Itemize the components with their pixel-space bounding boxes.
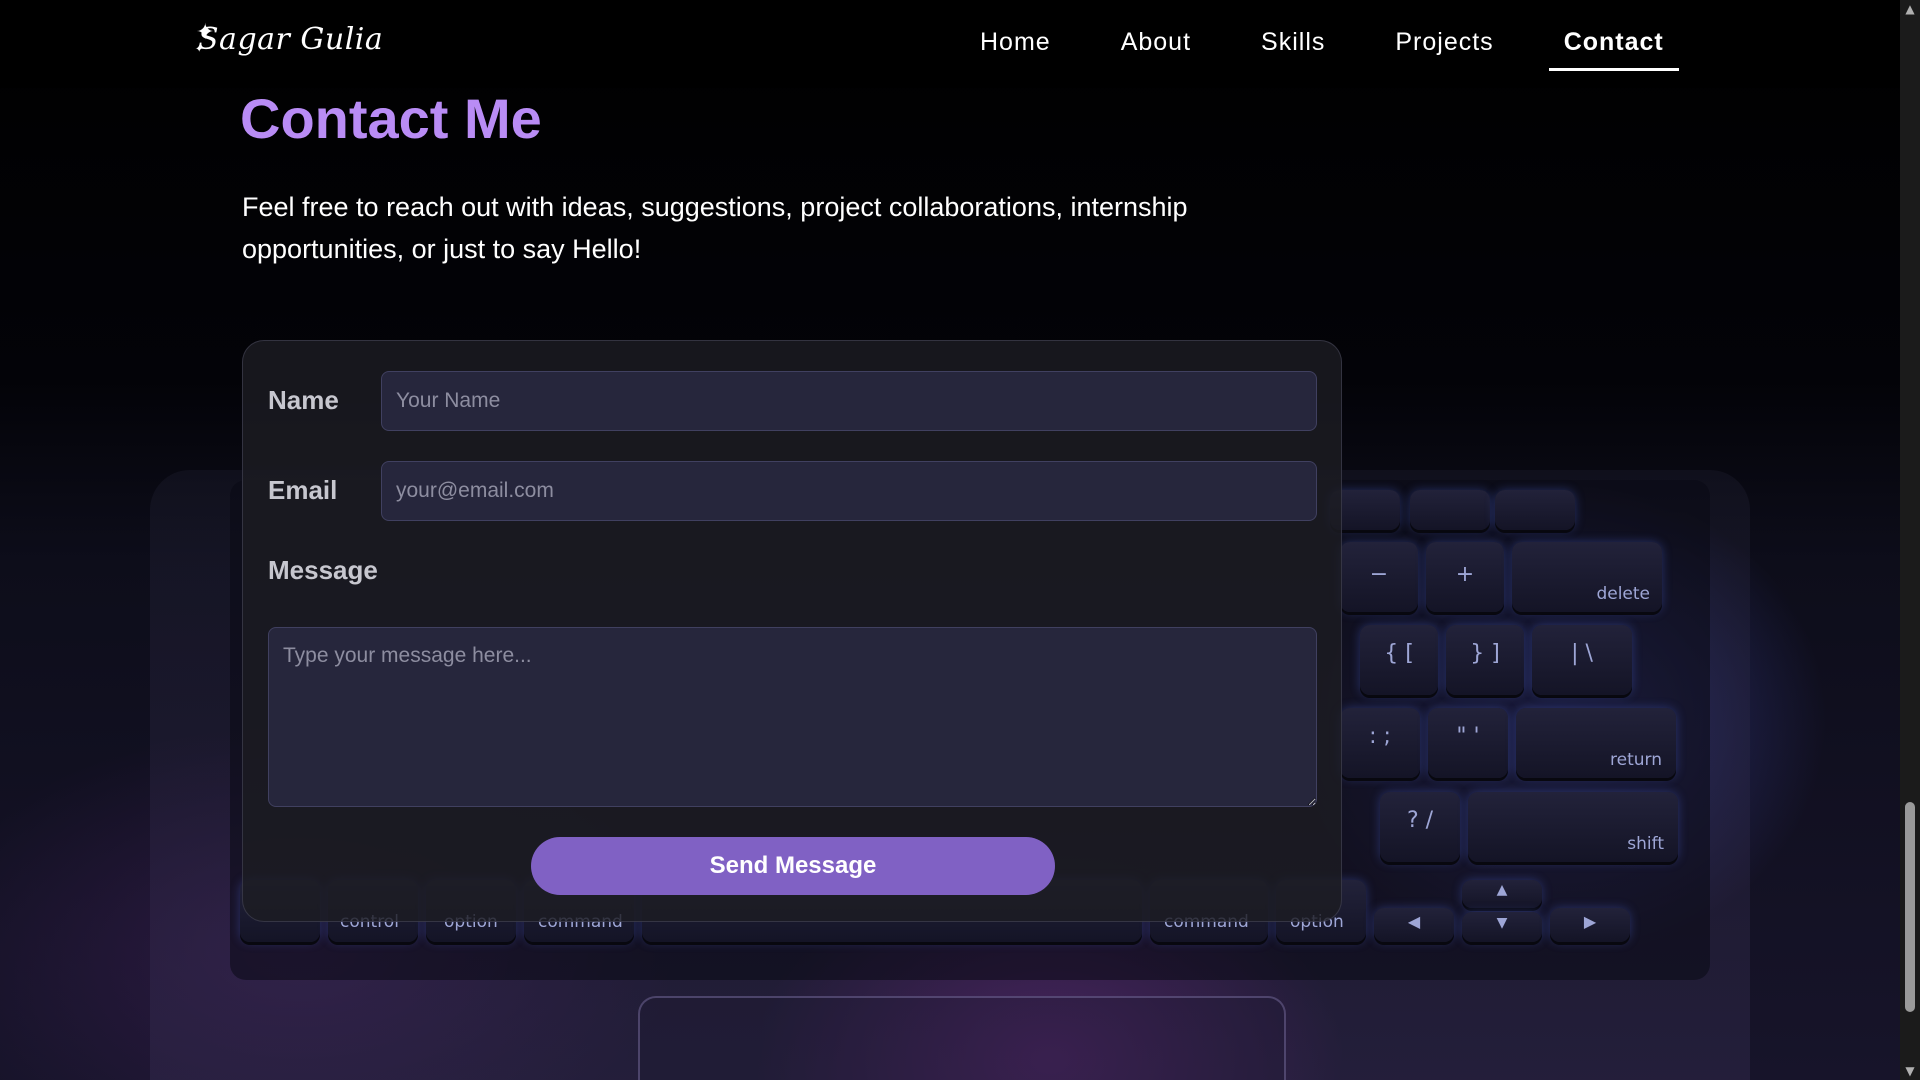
nav-link-about[interactable]: About [1121, 28, 1191, 71]
message-label: Message [268, 555, 378, 585]
nav-link-home[interactable]: Home [980, 28, 1051, 71]
email-label: Email [268, 475, 338, 505]
key-arrow-down: ▼ [1462, 912, 1542, 942]
key: : ; [1340, 708, 1420, 778]
navbar: ✦ ✦ Sagar Gulia Home About Skills Projec… [0, 0, 1900, 88]
scrollbar-thumb[interactable] [1905, 802, 1915, 1012]
key: ? / [1380, 792, 1460, 862]
key-shift: shift [1468, 792, 1678, 862]
key [1495, 490, 1575, 530]
name-input[interactable] [381, 371, 1317, 431]
message-textarea[interactable] [268, 627, 1317, 807]
key [1410, 490, 1490, 530]
email-input[interactable] [381, 461, 1317, 521]
key: " ' [1428, 708, 1508, 778]
key-delete: delete [1512, 542, 1662, 612]
key-arrow-left: ◀ [1374, 908, 1454, 942]
nav-links: Home About Skills Projects Contact [980, 28, 1734, 71]
scroll-down-arrow-icon[interactable]: ▼ [1903, 1064, 1917, 1078]
intro-text: Feel free to reach out with ideas, sugge… [242, 192, 1188, 264]
nav-link-skills[interactable]: Skills [1261, 28, 1325, 71]
site-logo[interactable]: Sagar Gulia [198, 22, 383, 57]
scroll-up-arrow-icon[interactable]: ▲ [1903, 2, 1917, 16]
send-message-button[interactable]: Send Message [531, 837, 1055, 895]
key: | \ [1532, 625, 1632, 695]
nav-link-contact[interactable]: Contact [1548, 28, 1679, 71]
key-arrow-right: ▶ [1550, 908, 1630, 942]
key: − [1340, 542, 1418, 612]
key: } ] [1446, 625, 1524, 695]
key-arrow-up: ▲ [1462, 880, 1542, 908]
contact-form: Name Email Message Send Message [242, 340, 1342, 922]
key: { [ [1360, 625, 1438, 695]
nav-link-projects[interactable]: Projects [1395, 28, 1493, 71]
name-label: Name [268, 385, 339, 415]
page-title: Contact Me [240, 87, 542, 150]
trackpad [638, 996, 1286, 1080]
key: + [1426, 542, 1504, 612]
scrollbar[interactable]: ▲ ▼ [1900, 0, 1920, 1080]
key-return: return [1516, 708, 1676, 778]
